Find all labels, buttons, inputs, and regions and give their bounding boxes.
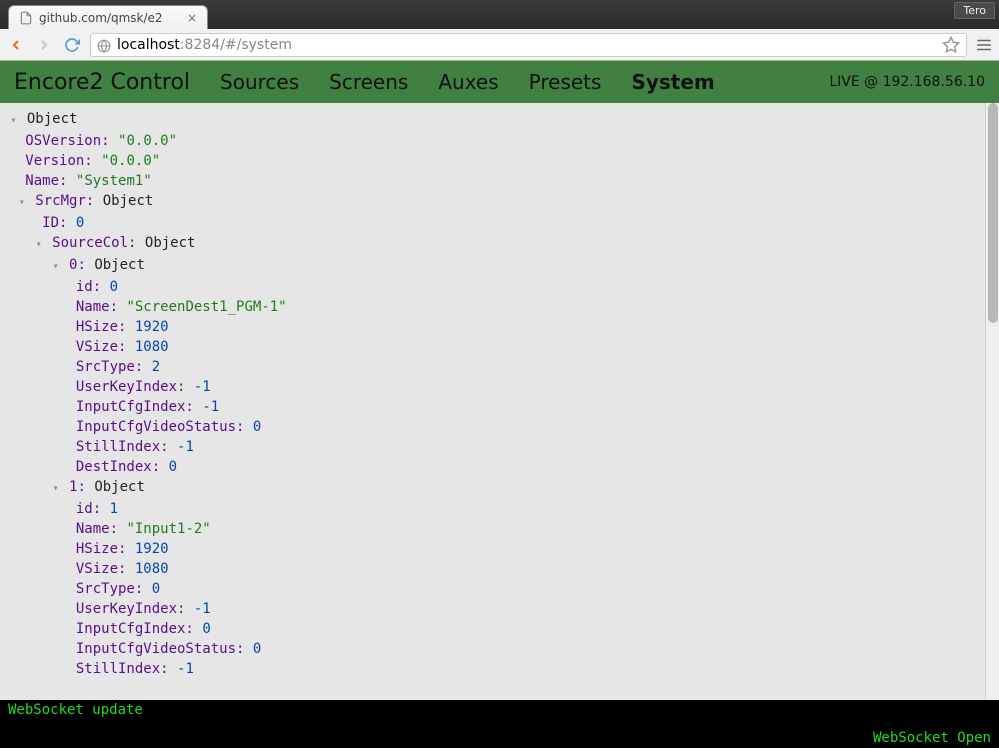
url-input[interactable]: localhost:8284/#/system [90, 33, 967, 57]
key-vsize0: VSize: [76, 339, 127, 355]
reload-button[interactable] [62, 35, 82, 55]
nav-auxes[interactable]: Auxes [438, 70, 498, 94]
key-inputcfgidx1: InputCfgIndex: [76, 621, 194, 637]
key-stillidx1: StillIndex: [76, 661, 169, 677]
val-id0: 0 [110, 279, 118, 295]
key-name0: Name: [76, 299, 118, 315]
val-id: 0 [76, 215, 84, 231]
key-idx1: 1: [69, 479, 86, 495]
key-id0: id: [76, 279, 101, 295]
browser-toolbar: localhost:8284/#/system [0, 29, 999, 61]
nav-system[interactable]: System [631, 70, 714, 94]
footer: WebSocket update WebSocket Open [0, 700, 999, 748]
val-vsize1: 1080 [135, 561, 169, 577]
browser-tab-title: github.com/qmsk/e2 [39, 11, 181, 25]
footer-message: WebSocket update [8, 702, 991, 718]
content-wrapper: ▾ Object OSVersion: "0.0.0" Version: "0.… [0, 103, 999, 700]
key-id: ID: [42, 215, 67, 231]
type-object: Object [94, 257, 145, 273]
val-inputcfgidx1: 0 [202, 621, 210, 637]
type-object: Object [145, 235, 196, 251]
close-icon[interactable]: × [187, 11, 197, 25]
user-chip[interactable]: Tero [954, 2, 995, 19]
val-vsize0: 1080 [135, 339, 169, 355]
type-object: Object [94, 479, 145, 495]
tree-root-label: Object [27, 111, 78, 127]
scrollbar-vertical[interactable] [985, 103, 999, 700]
val-stillidx0: -1 [177, 439, 194, 455]
key-name1: Name: [76, 521, 118, 537]
val-hsize0: 1920 [135, 319, 169, 335]
key-vsize1: VSize: [76, 561, 127, 577]
live-status: LIVE @ 192.168.56.10 [829, 74, 985, 90]
footer-status: WebSocket Open [8, 730, 991, 746]
key-name: Name: [25, 173, 67, 189]
key-sourcecol: SourceCol: [52, 235, 136, 251]
key-stillidx0: StillIndex: [76, 439, 169, 455]
val-inputcfgvideo1: 0 [253, 641, 261, 657]
back-button[interactable] [6, 35, 26, 55]
window-tab-strip: github.com/qmsk/e2 × Tero [0, 0, 999, 29]
key-hsize1: HSize: [76, 541, 127, 557]
browser-tab[interactable]: github.com/qmsk/e2 × [8, 5, 208, 29]
val-id1: 1 [110, 501, 118, 517]
val-name: "System1" [76, 173, 152, 189]
app-header: Encore2 Control Sources Screens Auxes Pr… [0, 61, 999, 103]
val-inputcfgidx0: -1 [202, 399, 219, 415]
type-object: Object [103, 193, 154, 209]
key-inputcfgidx0: InputCfgIndex: [76, 399, 194, 415]
val-osversion: "0.0.0" [118, 133, 177, 149]
forward-button[interactable] [34, 35, 54, 55]
globe-icon [97, 38, 111, 52]
val-inputcfgvideo0: 0 [253, 419, 261, 435]
val-name0: "ScreenDest1_PGM-1" [126, 299, 286, 315]
app-title: Encore2 Control [14, 70, 190, 95]
key-srcmgr: SrcMgr: [35, 193, 94, 209]
nav-presets[interactable]: Presets [529, 70, 602, 94]
nav-sources[interactable]: Sources [220, 70, 299, 94]
scrollbar-thumb[interactable] [988, 103, 998, 323]
key-userkeyidx1: UserKeyIndex: [76, 601, 186, 617]
json-tree-view: ▾ Object OSVersion: "0.0.0" Version: "0.… [0, 103, 999, 700]
caret-icon[interactable]: ▾ [51, 479, 61, 499]
key-version: Version: [25, 153, 92, 169]
val-srctype0: 2 [152, 359, 160, 375]
url-text: localhost:8284/#/system [117, 37, 936, 53]
caret-icon[interactable]: ▾ [8, 111, 18, 131]
star-icon[interactable] [942, 36, 960, 54]
key-srctype1: SrcType: [76, 581, 143, 597]
val-hsize1: 1920 [135, 541, 169, 557]
key-destidx0: DestIndex: [76, 459, 160, 475]
caret-icon[interactable]: ▾ [34, 235, 44, 255]
val-destidx0: 0 [169, 459, 177, 475]
val-userkeyidx1: -1 [194, 601, 211, 617]
val-version: "0.0.0" [101, 153, 160, 169]
nav-screens[interactable]: Screens [329, 70, 408, 94]
key-id1: id: [76, 501, 101, 517]
key-userkeyidx0: UserKeyIndex: [76, 379, 186, 395]
caret-icon[interactable]: ▾ [17, 193, 27, 213]
key-srctype0: SrcType: [76, 359, 143, 375]
val-srctype1: 0 [152, 581, 160, 597]
val-stillidx1: -1 [177, 661, 194, 677]
key-inputcfgvideo0: InputCfgVideoStatus: [76, 419, 245, 435]
menu-icon[interactable] [975, 36, 993, 54]
key-idx0: 0: [69, 257, 86, 273]
key-osversion: OSVersion: [25, 133, 109, 149]
page-icon [19, 11, 33, 25]
val-name1: "Input1-2" [126, 521, 210, 537]
val-userkeyidx0: -1 [194, 379, 211, 395]
key-hsize0: HSize: [76, 319, 127, 335]
key-inputcfgvideo1: InputCfgVideoStatus: [76, 641, 245, 657]
caret-icon[interactable]: ▾ [51, 257, 61, 277]
